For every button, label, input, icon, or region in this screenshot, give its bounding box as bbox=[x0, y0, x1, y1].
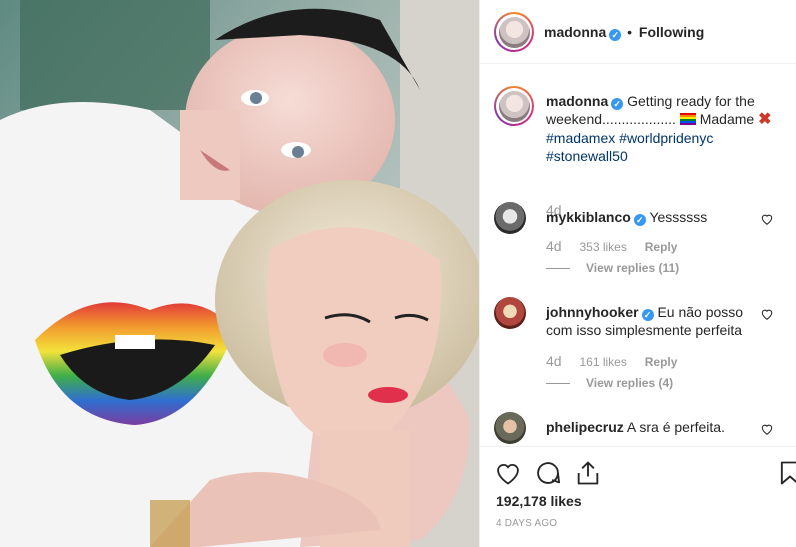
caption-username[interactable]: madonna bbox=[546, 93, 608, 109]
comment-like-heart-icon[interactable] bbox=[760, 212, 774, 226]
comment-text: A sra é perfeita. bbox=[626, 419, 725, 435]
hashtag-link[interactable]: #stonewall50 bbox=[546, 148, 628, 164]
post-photo[interactable] bbox=[0, 0, 479, 547]
separator-dot: • bbox=[627, 24, 633, 40]
comment-text: Yessssss bbox=[649, 209, 708, 225]
commenter-avatar[interactable] bbox=[494, 412, 526, 444]
heart-icon[interactable] bbox=[494, 459, 522, 487]
verified-icon: ✓ bbox=[609, 29, 622, 41]
reply-button[interactable]: Reply bbox=[645, 240, 678, 254]
reply-button[interactable]: Reply bbox=[645, 355, 678, 369]
verified-icon: ✓ bbox=[641, 309, 654, 321]
author-avatar[interactable] bbox=[494, 12, 534, 52]
commenter-username[interactable]: mykkiblanco bbox=[546, 209, 631, 225]
view-replies-button[interactable]: View replies (4) bbox=[546, 376, 673, 390]
comment-age: 4d bbox=[546, 238, 562, 254]
caption-word: Madame bbox=[699, 111, 755, 127]
comment-likes[interactable]: 161 likes bbox=[579, 355, 626, 369]
likes-count[interactable]: 192,178 likes bbox=[496, 493, 582, 509]
post-header: madonna ✓ • Following bbox=[480, 0, 796, 64]
view-replies-label: View replies (4) bbox=[586, 376, 674, 390]
commenter-username[interactable]: johnnyhooker bbox=[546, 304, 639, 320]
view-replies-button[interactable]: View replies (11) bbox=[546, 261, 679, 275]
rainbow-flag-icon bbox=[679, 113, 696, 125]
verified-icon: ✓ bbox=[611, 98, 624, 110]
author-username[interactable]: madonna bbox=[544, 24, 606, 40]
comment-age: 4d bbox=[546, 353, 562, 369]
share-icon[interactable] bbox=[574, 459, 602, 487]
hashtag-link[interactable]: #worldpridenyc bbox=[619, 130, 713, 146]
view-replies-label: View replies (11) bbox=[586, 261, 680, 275]
following-button[interactable]: Following bbox=[639, 24, 704, 40]
comments-list[interactable]: madonna ✓ Getting ready for the weekend..… bbox=[480, 64, 796, 444]
verified-icon: ✓ bbox=[633, 214, 646, 226]
post-timestamp: 4 DAYS AGO bbox=[496, 518, 558, 529]
post-side-panel: madonna ✓ • Following madonna ✓ Getting re… bbox=[479, 0, 796, 547]
comment-like-heart-icon[interactable] bbox=[760, 307, 774, 321]
post-image bbox=[0, 0, 479, 547]
comment-like-heart-icon[interactable] bbox=[760, 422, 774, 436]
commenter-avatar[interactable] bbox=[494, 297, 526, 329]
caption-author-avatar[interactable] bbox=[494, 86, 534, 126]
cross-mark-icon: ✖ bbox=[758, 111, 772, 128]
commenter-avatar[interactable] bbox=[494, 202, 526, 234]
comment-likes[interactable]: 353 likes bbox=[579, 240, 626, 254]
hashtag-link[interactable]: #madamex bbox=[546, 130, 615, 146]
comment-icon[interactable] bbox=[534, 459, 562, 487]
commenter-username[interactable]: phelipecruz bbox=[546, 419, 624, 435]
bookmark-icon[interactable] bbox=[776, 459, 796, 487]
